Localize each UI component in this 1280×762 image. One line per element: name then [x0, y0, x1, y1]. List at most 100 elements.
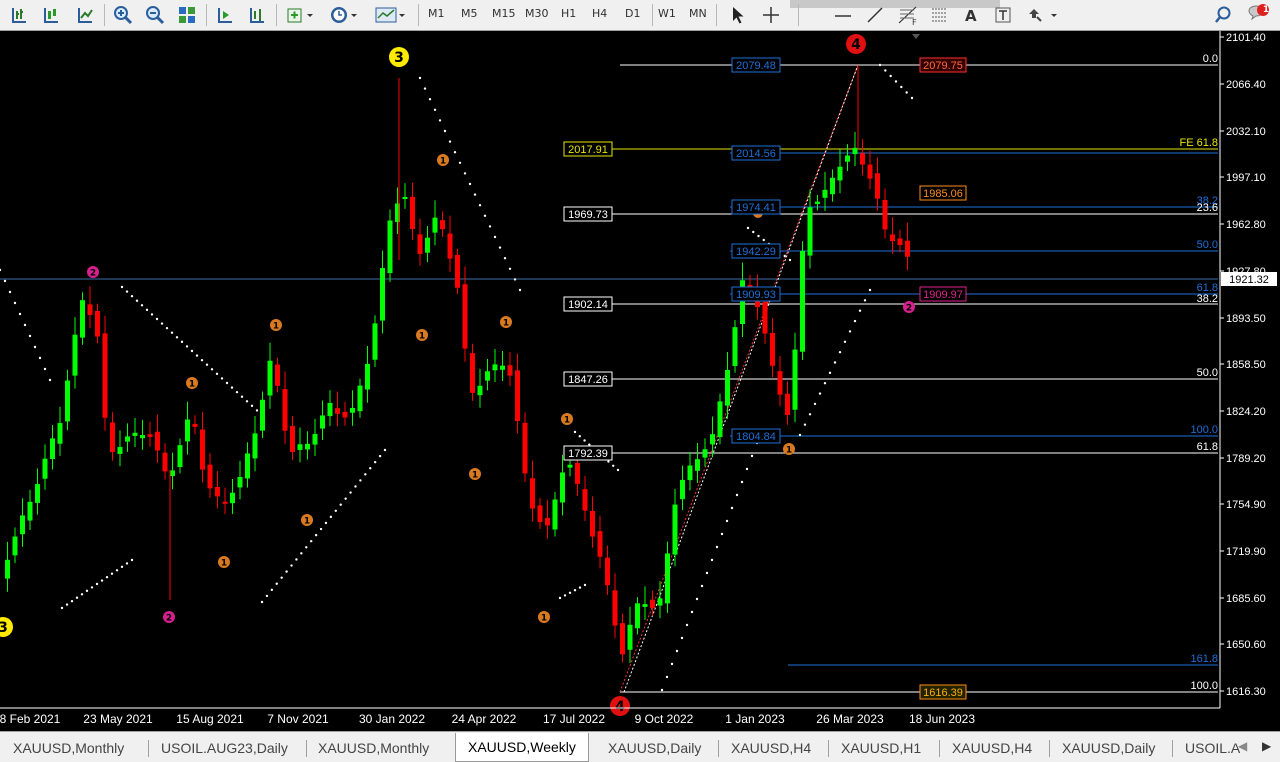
cursor-icon[interactable] — [724, 3, 750, 27]
sar-dot — [18, 312, 22, 316]
zoom-out-icon[interactable] — [142, 3, 168, 27]
tab-xauusd-weekly[interactable]: XAUUSD,Weekly — [455, 733, 589, 762]
sar-dot — [740, 480, 744, 484]
bear-candle — [282, 389, 288, 431]
wave-label-small: 1 — [419, 332, 425, 342]
chart-tabs-bar: XAUUSD,Monthly USOIL.AUG23,Daily XAUUSD,… — [0, 731, 1280, 762]
timeframe-h1[interactable]: H1 — [561, 7, 576, 20]
bear-candle — [417, 234, 423, 254]
timeframe-m15[interactable]: M15 — [492, 7, 516, 20]
line-chart-icon[interactable] — [72, 3, 98, 27]
bear-candle — [440, 220, 445, 230]
sar-dot — [75, 596, 79, 599]
sar-dot — [200, 358, 204, 362]
wave-label-small: 1 — [472, 471, 478, 481]
bear-candle — [110, 422, 115, 453]
tab-usoil-aug23-daily[interactable]: USOIL.AUG23,Daily — [161, 736, 288, 760]
bull-candle — [627, 624, 633, 650]
price-tick-label: 1650.60 — [1226, 639, 1266, 651]
timeframe-h4[interactable]: H4 — [592, 7, 607, 20]
tile-windows-icon[interactable] — [174, 3, 200, 27]
tab-xauusd-h4-2[interactable]: XAUUSD,H4 — [952, 736, 1032, 760]
periods-clock-icon[interactable] — [326, 3, 362, 27]
bull-candle — [815, 201, 820, 204]
sar-dot — [125, 290, 129, 293]
price-chart[interactable]: 3 4 3 4 2 2 2 1 1 1 1 1 1 1 1 1 1 1 1969.73 1902.14 1847.… — [0, 31, 1280, 730]
crosshair-icon[interactable] — [758, 3, 784, 27]
trendline-icon[interactable] — [862, 3, 888, 27]
bear-candle — [162, 452, 168, 472]
bear-candle — [905, 240, 910, 257]
candlestick-icon[interactable] — [38, 3, 64, 27]
bear-candle — [515, 370, 520, 421]
sar-dot — [120, 285, 124, 289]
grid-lines-icon[interactable] — [926, 3, 952, 27]
price-tick-label: 1962.80 — [1226, 219, 1266, 231]
time-tick-label: 8 Feb 2021 — [0, 712, 61, 726]
auto-scroll-icon[interactable] — [212, 3, 238, 27]
tab-usoil-a[interactable]: USOIL.A — [1185, 736, 1240, 760]
wave-label-small: 2 — [90, 269, 96, 279]
search-icon[interactable] — [1210, 3, 1236, 27]
sar-dot — [423, 87, 427, 90]
sar-dot — [295, 558, 298, 561]
time-axis[interactable]: 8 Feb 2021 23 May 2021 15 Aug 2021 7 Nov 20… — [0, 712, 975, 726]
sar-dot — [833, 361, 837, 364]
tab-xauusd-daily[interactable]: XAUUSD,Daily — [608, 736, 701, 760]
sar-dot — [612, 464, 615, 467]
templates-icon[interactable] — [370, 3, 410, 27]
bull-candle — [42, 458, 48, 479]
svg-text:A: A — [965, 7, 977, 25]
tab-scroll-left-icon[interactable]: ◀ — [1238, 739, 1247, 753]
price-axis[interactable]: 2101.402066.402032.101997.101962.801927.… — [1220, 32, 1266, 698]
fibonacci-icon[interactable]: F — [894, 3, 924, 27]
chart-shift-icon[interactable] — [244, 3, 270, 27]
timeframe-m1[interactable]: M1 — [428, 7, 445, 20]
tab-xauusd-monthly[interactable]: XAUUSD,Monthly — [13, 736, 124, 760]
text-label-icon[interactable] — [990, 3, 1016, 27]
arrows-icon[interactable] — [1022, 3, 1062, 27]
timeframe-mn[interactable]: MN — [689, 7, 707, 20]
zoom-in-icon[interactable] — [110, 3, 136, 27]
indicators-icon[interactable] — [282, 3, 318, 27]
sar-dot — [730, 506, 734, 510]
wave-label-large: 3 — [0, 620, 8, 636]
timeframe-w1[interactable]: W1 — [658, 7, 676, 20]
notifications-icon[interactable]: 1 — [1244, 3, 1274, 27]
sar-dot — [205, 363, 209, 366]
tab-xauusd-h4[interactable]: XAUUSD,H4 — [731, 736, 811, 760]
timeframe-d1[interactable]: D1 — [625, 7, 640, 20]
sar-dot — [135, 299, 139, 302]
time-tick-label: 24 Apr 2022 — [452, 712, 517, 726]
timeframe-m30[interactable]: M30 — [525, 7, 549, 20]
bar-chart-icon[interactable] — [6, 3, 32, 27]
tab-scroll-right-icon[interactable]: ▶ — [1262, 739, 1271, 753]
svg-text:1909.97: 1909.97 — [923, 289, 963, 301]
tab-xauusd-daily-2[interactable]: XAUUSD,Daily — [1062, 736, 1155, 760]
sar-dot — [616, 468, 620, 472]
bull-candle — [132, 432, 138, 436]
sar-dot — [573, 430, 577, 434]
sar-dot — [468, 182, 472, 186]
sar-dot — [695, 597, 699, 601]
text-icon[interactable]: A — [958, 3, 984, 27]
svg-text:1974.41: 1974.41 — [736, 202, 776, 214]
horizontal-line-icon[interactable] — [830, 3, 856, 27]
sar-dot — [905, 91, 908, 94]
bear-candle — [215, 487, 220, 497]
bear-candle — [897, 238, 903, 246]
fib-ratio-label: 161.8 — [1190, 653, 1218, 665]
wave-label-small: 1 — [304, 517, 310, 527]
sar-dot — [310, 540, 313, 543]
svg-text:1985.06: 1985.06 — [923, 188, 963, 200]
bear-candle — [155, 431, 160, 451]
tab-xauusd-h1[interactable]: XAUUSD,H1 — [841, 736, 921, 760]
timeframe-m5[interactable]: M5 — [461, 7, 478, 20]
bull-candle — [20, 515, 25, 535]
bull-candle — [845, 155, 850, 162]
sar-dot — [195, 354, 199, 357]
sar-dot — [453, 151, 457, 154]
sar-dot — [354, 485, 357, 488]
tab-xauusd-monthly-2[interactable]: XAUUSD,Monthly — [318, 736, 429, 760]
bear-candle — [192, 423, 198, 427]
